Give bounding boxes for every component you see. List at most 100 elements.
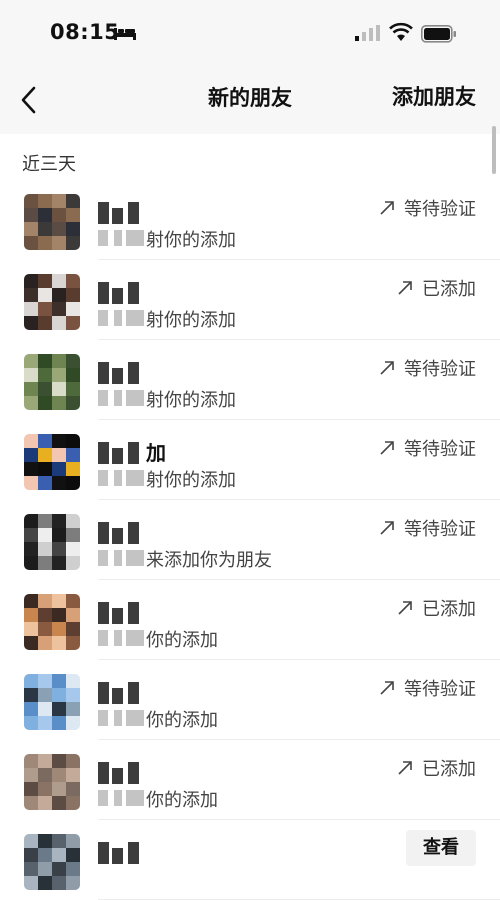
avatar[interactable] [24,754,80,810]
request-status-label: 等待验证 [404,519,476,540]
bed-icon [114,28,136,40]
list-item[interactable]: 加射你的添加 等待验证 [0,420,500,500]
request-message: 射你的添加 [146,470,236,491]
avatar-pixel [66,462,80,476]
avatar-pixel [52,476,66,490]
avatar-pixel [66,368,80,382]
avatar-pixel [38,208,52,222]
avatar-pixel [66,796,80,810]
request-status-label: 已添加 [422,759,476,780]
redaction-block [98,842,109,864]
avatar-pixel [66,194,80,208]
request-status: 等待验证 [378,515,476,541]
view-button[interactable]: 查看 [406,830,476,866]
avatar-pixel [24,594,38,608]
friend-request-list: 射你的添加 等待验证 射你的添加 已添加 射你的添加 等待验证加射你的添加 等待验证 来添加你… [0,180,500,900]
message-redacted [98,708,146,726]
arrow-up-right-icon [380,521,394,535]
arrow-up-right-icon [380,681,394,695]
redaction-block [128,362,139,384]
add-friend-button[interactable]: 添加朋友 [392,81,476,111]
avatar-pixel [38,396,52,410]
list-item[interactable]: 来添加你为朋友 等待验证 [0,500,500,580]
request-status: 已添加 [396,275,476,301]
redaction-block [126,230,144,246]
avatar-pixel [52,354,66,368]
avatar-pixel [52,542,66,556]
avatar[interactable] [24,434,80,490]
list-item[interactable]: 射你的添加 等待验证 [0,180,500,260]
request-message: 射你的添加 [146,310,236,331]
avatar-pixel [52,796,66,810]
redaction-block [112,768,123,784]
avatar[interactable] [24,354,80,410]
avatar[interactable] [24,674,80,730]
avatar-pixel [52,636,66,650]
avatar-pixel [66,622,80,636]
redaction-block [114,470,122,486]
avatar-pixel [38,782,52,796]
avatar-pixel [24,514,38,528]
redaction-block [114,710,122,726]
avatar-pixel [66,236,80,250]
redaction-block [126,550,144,566]
avatar-pixel [52,274,66,288]
avatar-pixel [24,236,38,250]
avatar-pixel [52,622,66,636]
request-status-label: 等待验证 [404,679,476,700]
avatar-pixel [38,796,52,810]
list-item[interactable]: 你的添加 已添加 [0,740,500,820]
avatar-pixel [24,702,38,716]
avatar-pixel [52,556,66,570]
avatar[interactable] [24,514,80,570]
avatar-pixel [66,274,80,288]
redaction-block [128,282,139,304]
list-item[interactable]: 查看 [0,820,500,900]
message-redacted [98,548,146,566]
list-item[interactable]: 射你的添加 等待验证 [0,340,500,420]
arrow-up-right-icon [398,281,412,295]
avatar-pixel [38,274,52,288]
avatar-pixel [66,382,80,396]
avatar-pixel [66,608,80,622]
avatar-pixel [24,622,38,636]
avatar-pixel [52,462,66,476]
avatar-pixel [24,688,38,702]
redaction-block [98,230,108,246]
message-redacted [98,388,146,406]
avatar[interactable] [24,274,80,330]
redaction-block [98,630,108,646]
request-status: 等待验证 [378,435,476,461]
avatar-pixel [38,862,52,876]
avatar-pixel [66,542,80,556]
list-item[interactable]: 射你的添加 已添加 [0,260,500,340]
request-status-label: 已添加 [422,279,476,300]
avatar-pixel [66,834,80,848]
avatar-pixel [52,236,66,250]
avatar-pixel [38,222,52,236]
avatar-pixel [24,274,38,288]
list-item[interactable]: 你的添加 已添加 [0,580,500,660]
avatar[interactable] [24,834,80,890]
avatar-pixel [24,768,38,782]
avatar-pixel [52,754,66,768]
redaction-block [98,470,108,486]
avatar-pixel [52,528,66,542]
avatar-pixel [66,208,80,222]
avatar-pixel [24,834,38,848]
avatar-pixel [66,528,80,542]
avatar-pixel [66,768,80,782]
request-status-label: 等待验证 [404,199,476,220]
avatar-pixel [24,354,38,368]
redaction-block [112,368,123,384]
list-item[interactable]: 你的添加 等待验证 [0,660,500,740]
redaction-block [114,790,122,806]
scrollbar[interactable] [492,126,496,174]
request-message: 你的添加 [146,710,218,731]
avatar-pixel [38,302,52,316]
redaction-block [128,602,139,624]
avatar-pixel [38,688,52,702]
avatar-pixel [38,462,52,476]
avatar[interactable] [24,194,80,250]
avatar[interactable] [24,594,80,650]
